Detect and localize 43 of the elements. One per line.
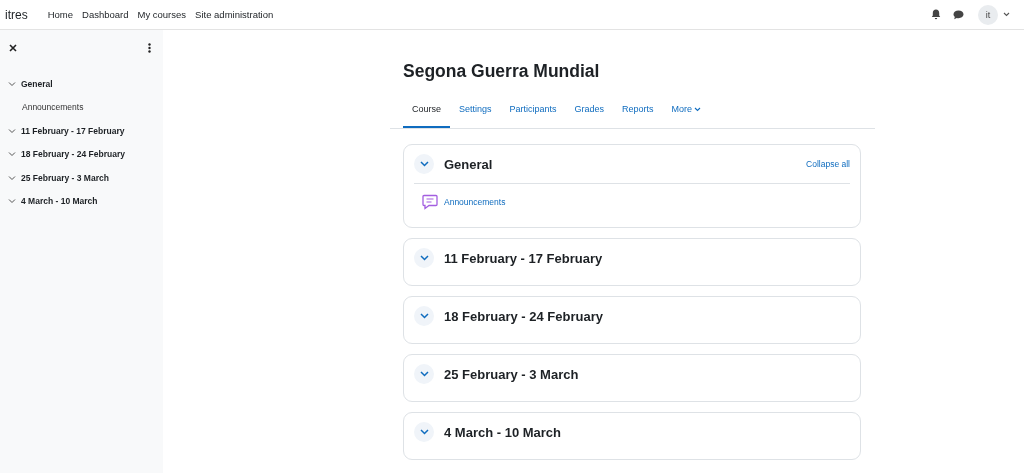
sidebar-section-link[interactable]: General (21, 78, 53, 89)
bell-icon[interactable] (931, 9, 941, 20)
collapse-toggle[interactable] (414, 248, 434, 268)
chevron-icon[interactable] (419, 371, 429, 377)
nav-link[interactable]: My courses (137, 9, 187, 20)
course-tab[interactable]: Course (403, 94, 450, 128)
section-title: General (444, 156, 494, 172)
caret-icon[interactable] (1003, 12, 1010, 17)
course-tab[interactable]: More (662, 94, 711, 128)
section-title: 25 February - 3 March (444, 366, 580, 382)
section-title: 18 February - 24 February (444, 308, 604, 324)
chevron-icon[interactable] (419, 255, 429, 261)
collapse-toggle[interactable] (414, 154, 434, 174)
sidebar-section-link[interactable]: 11 February - 17 February (21, 125, 125, 136)
chevron-icon[interactable] (419, 429, 429, 435)
sidebar-activity-link[interactable]: Announcements (0, 95, 163, 119)
collapse-all-link[interactable]: Collapse all (806, 159, 850, 169)
user-avatar[interactable]: it (978, 4, 998, 25)
section-title: 11 February - 17 February (444, 250, 604, 266)
chat-icon[interactable] (953, 9, 964, 20)
collapse-toggle[interactable] (414, 422, 434, 442)
sidebar-section-link[interactable]: 18 February - 24 February (21, 149, 125, 160)
chevron-icon[interactable] (419, 313, 429, 319)
nav-link[interactable]: Dashboard (82, 9, 129, 20)
course-tab[interactable]: Participants (500, 94, 566, 128)
nav-link[interactable]: Site administration (195, 9, 274, 20)
nav-link[interactable]: Home (47, 9, 73, 20)
more-options-icon[interactable] (148, 43, 151, 53)
course-title: Segona Guerra Mundial (403, 61, 601, 82)
collapse-toggle[interactable] (414, 364, 434, 384)
forum-icon (422, 194, 438, 210)
course-tab[interactable]: Settings (450, 94, 501, 128)
close-icon[interactable] (9, 44, 17, 52)
course-tab[interactable]: Grades (565, 94, 614, 128)
activity-link[interactable]: Announcements (444, 197, 506, 207)
site-name[interactable]: itres (5, 7, 28, 22)
caret-icon[interactable] (694, 106, 702, 112)
course-tab[interactable]: Reports (613, 94, 663, 128)
sidebar-section-link[interactable]: 4 March - 10 March (21, 196, 98, 207)
section-title: 4 March - 10 March (444, 424, 563, 440)
chevron-icon[interactable] (419, 161, 429, 167)
sidebar-section-link[interactable]: 25 February - 3 March (21, 172, 109, 183)
collapse-toggle[interactable] (414, 306, 434, 326)
